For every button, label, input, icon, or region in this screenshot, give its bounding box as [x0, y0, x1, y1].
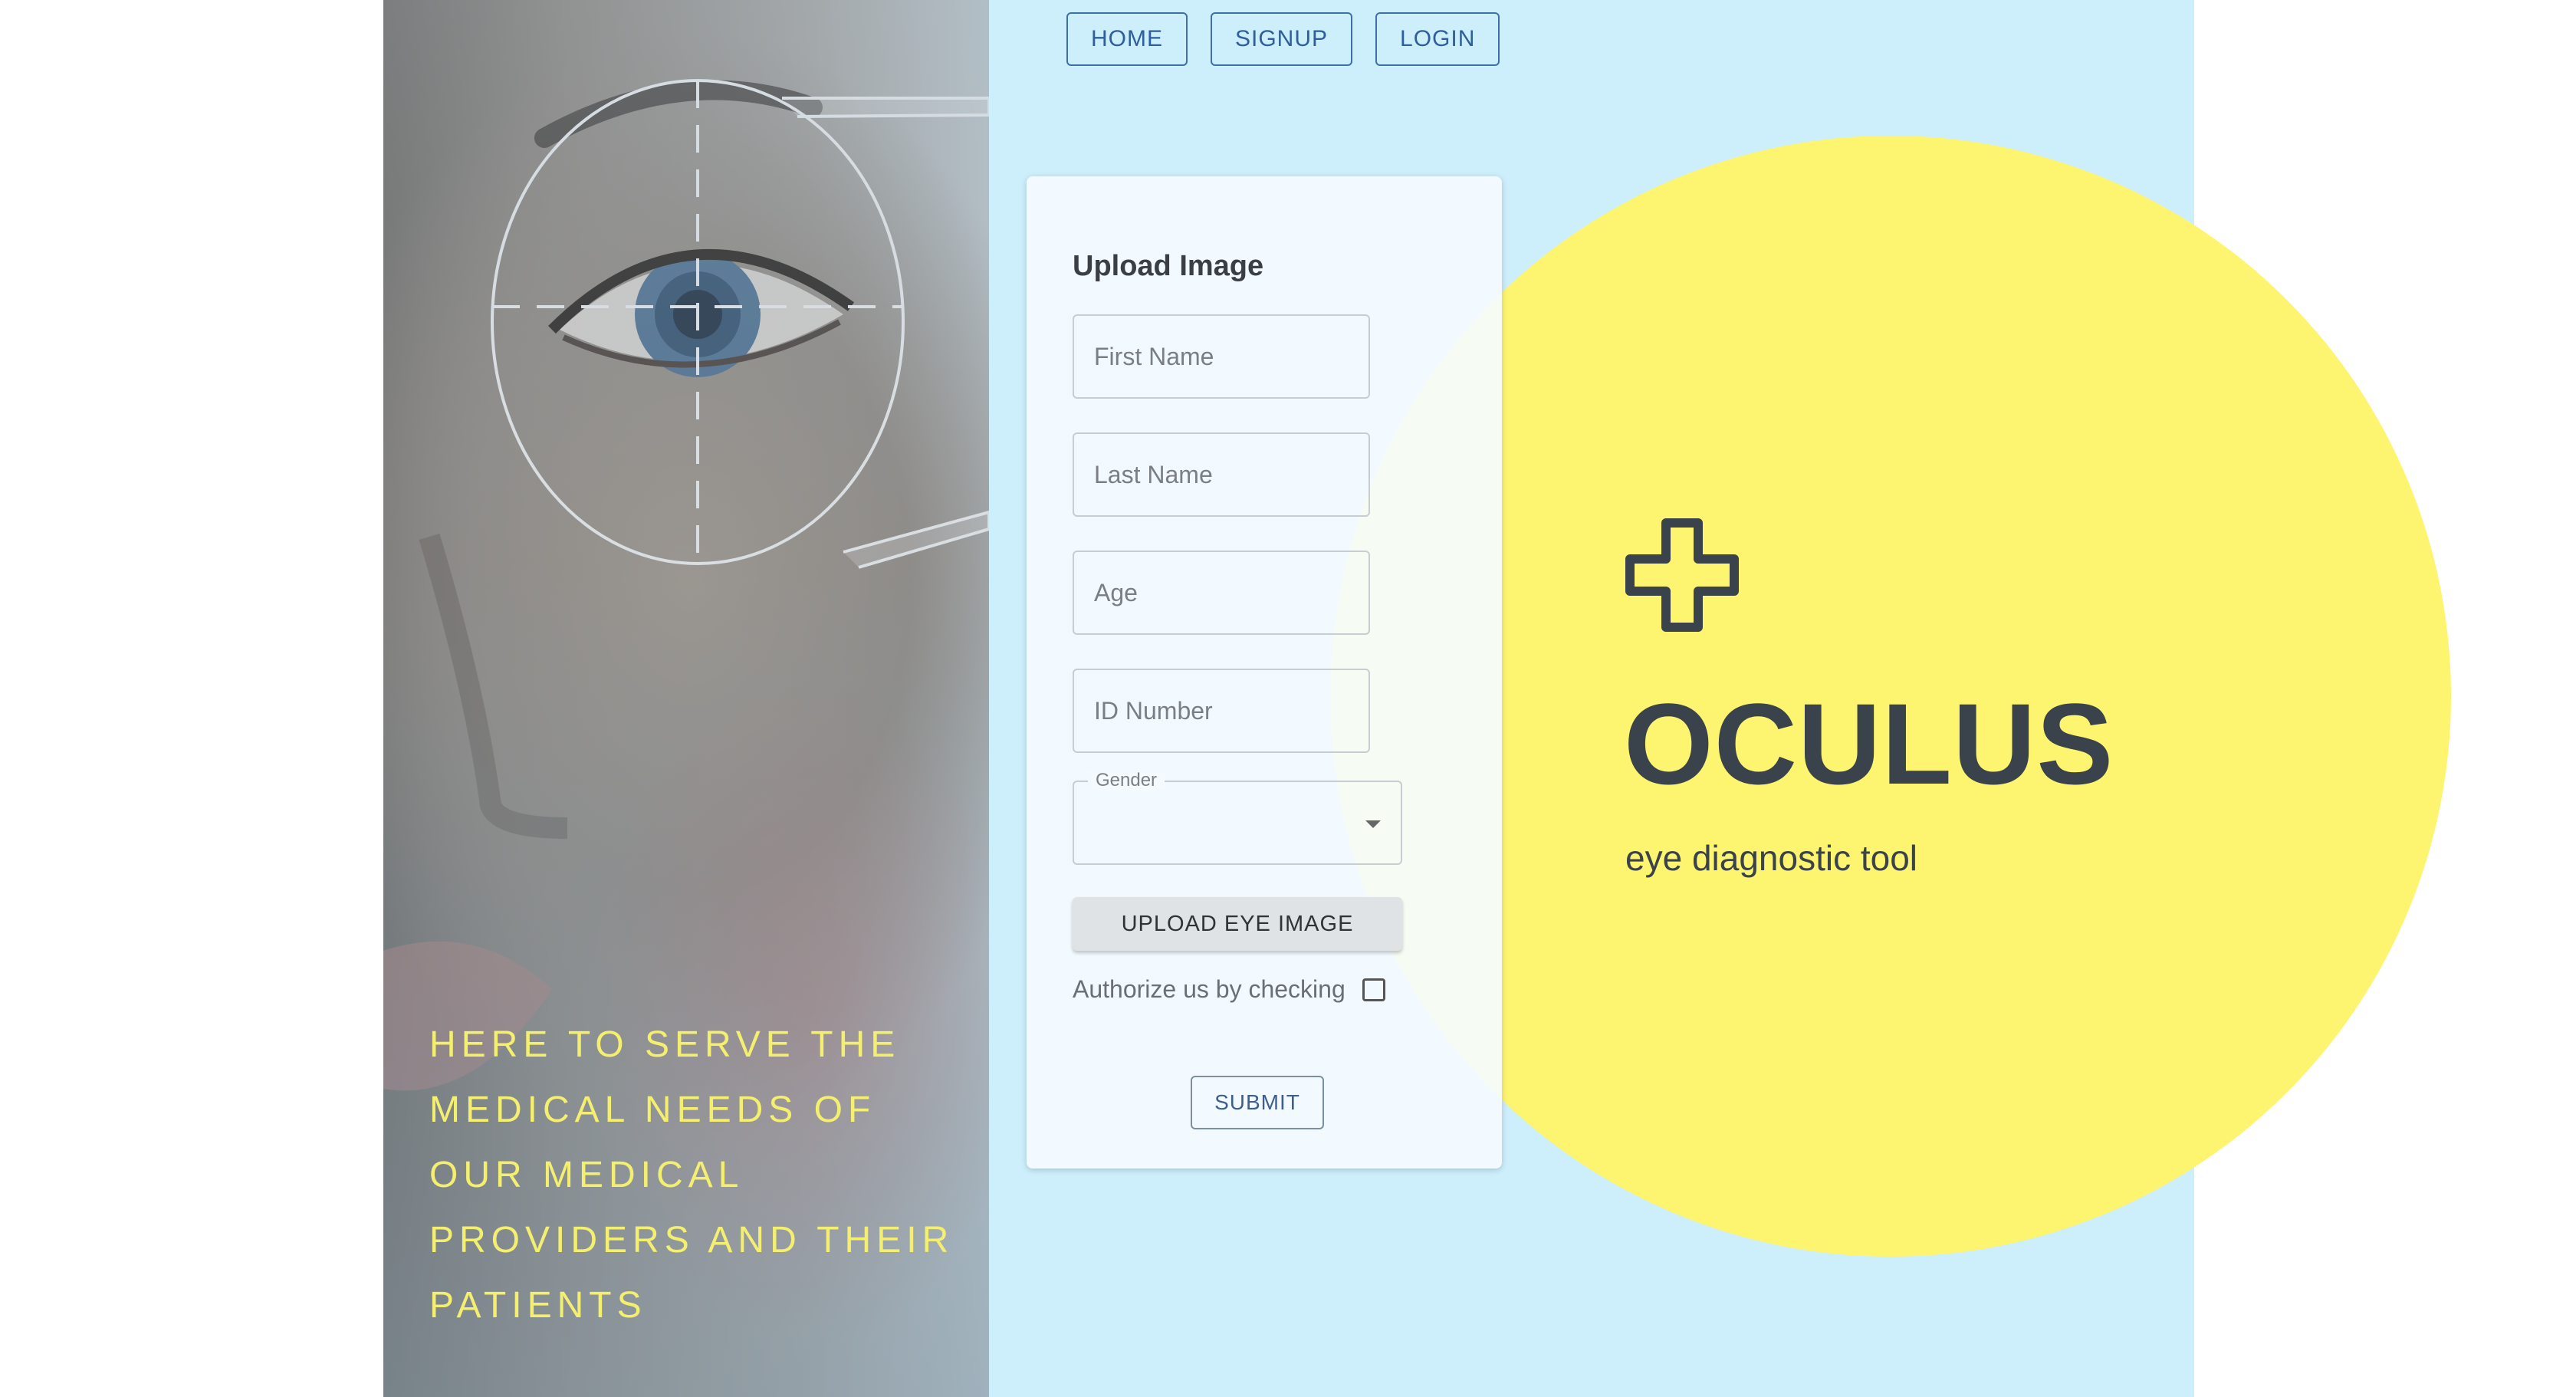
brand-name: OCULUS	[1624, 679, 2114, 808]
nav-signup-button[interactable]: SIGNUP	[1211, 12, 1353, 66]
dropdown-arrow-icon	[1365, 820, 1381, 828]
submit-button[interactable]: SUBMIT	[1191, 1076, 1324, 1129]
gender-select[interactable]: Gender	[1073, 770, 1402, 865]
hero-eye-image: HERE TO SERVE THE MEDICAL NEEDS OF OUR M…	[383, 0, 989, 1397]
nav-home-button[interactable]: HOME	[1066, 12, 1188, 66]
id-number-input[interactable]	[1073, 669, 1370, 753]
form-title: Upload Image	[1073, 250, 1264, 282]
page: HERE TO SERVE THE MEDICAL NEEDS OF OUR M…	[0, 0, 2576, 1397]
medical-cross-icon	[1625, 518, 1739, 632]
upload-form-card: Upload Image Gender UPLOAD EYE IMAGE Aut…	[1027, 176, 1502, 1169]
top-nav: HOME SIGNUP LOGIN	[1066, 12, 1500, 66]
last-name-input[interactable]	[1073, 432, 1370, 517]
gender-label: Gender	[1088, 770, 1165, 791]
authorize-row: Authorize us by checking	[1073, 975, 1385, 1004]
nav-login-button[interactable]: LOGIN	[1375, 12, 1500, 66]
first-name-input[interactable]	[1073, 314, 1370, 399]
age-input[interactable]	[1073, 551, 1370, 635]
upload-eye-image-button[interactable]: UPLOAD EYE IMAGE	[1073, 897, 1402, 951]
authorize-checkbox[interactable]	[1362, 978, 1385, 1001]
brand-tagline: eye diagnostic tool	[1625, 838, 1918, 878]
authorize-label: Authorize us by checking	[1073, 975, 1346, 1003]
hero-tagline: HERE TO SERVE THE MEDICAL NEEDS OF OUR M…	[429, 1024, 955, 1326]
